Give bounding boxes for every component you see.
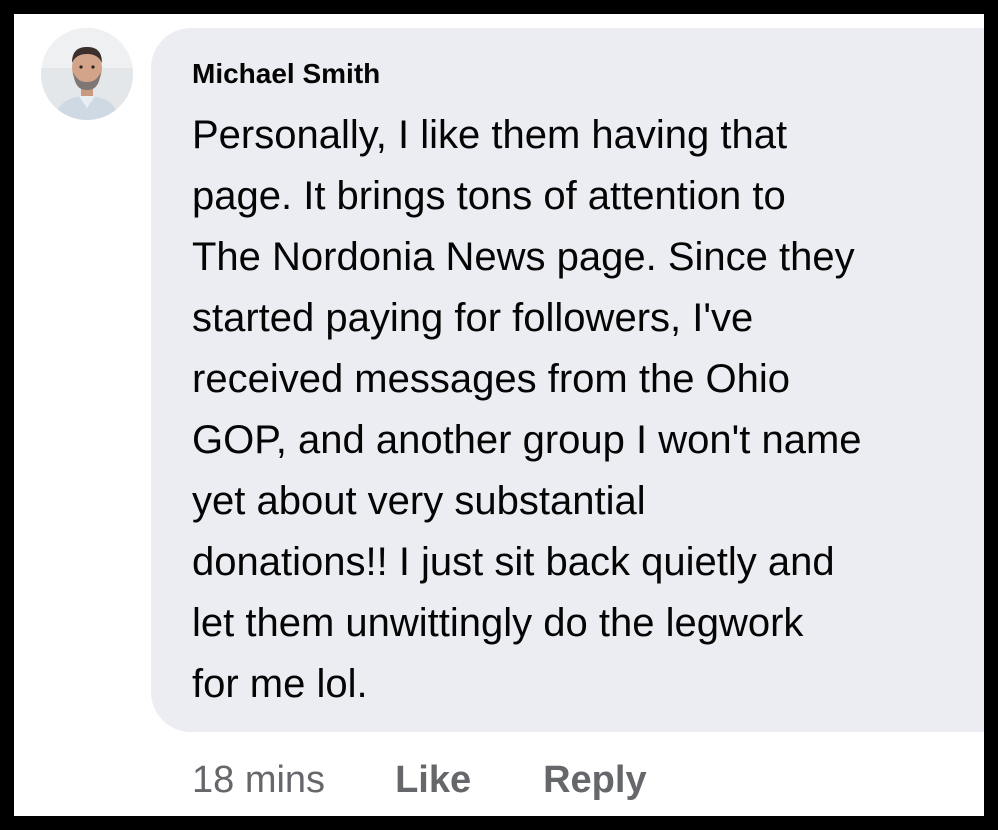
profile-photo-icon	[41, 28, 133, 120]
comment-text-line: let them unwittingly do the legwork	[192, 601, 804, 645]
comment-text-line: Personally, I like them having that	[192, 113, 788, 157]
comment-text-line: page. It brings tons of attention to	[192, 174, 786, 218]
comment-text: Personally, I like them having that page…	[192, 105, 972, 715]
comment-screenshot-frame: Michael Smith Personally, I like them ha…	[14, 14, 984, 816]
comment-text-line: GOP, and another group I won't name	[192, 418, 862, 462]
comment-text-line: received messages from the Ohio	[192, 357, 791, 401]
avatar[interactable]	[41, 28, 133, 120]
comment-text-line: donations!! I just sit back quietly and	[192, 540, 835, 584]
like-button[interactable]: Like	[395, 759, 471, 802]
reply-button[interactable]: Reply	[543, 759, 646, 802]
comment-author-name[interactable]: Michael Smith	[192, 56, 380, 92]
comment-text-line: for me lol.	[192, 662, 368, 706]
comment-actions: 18 mins Like Reply	[192, 755, 719, 805]
comment-text-line: The Nordonia News page. Since they	[192, 235, 855, 279]
comment-timestamp[interactable]: 18 mins	[192, 759, 325, 802]
comment-text-line: started paying for followers, I've	[192, 296, 754, 340]
comment-text-line: yet about very substantial	[192, 479, 646, 523]
